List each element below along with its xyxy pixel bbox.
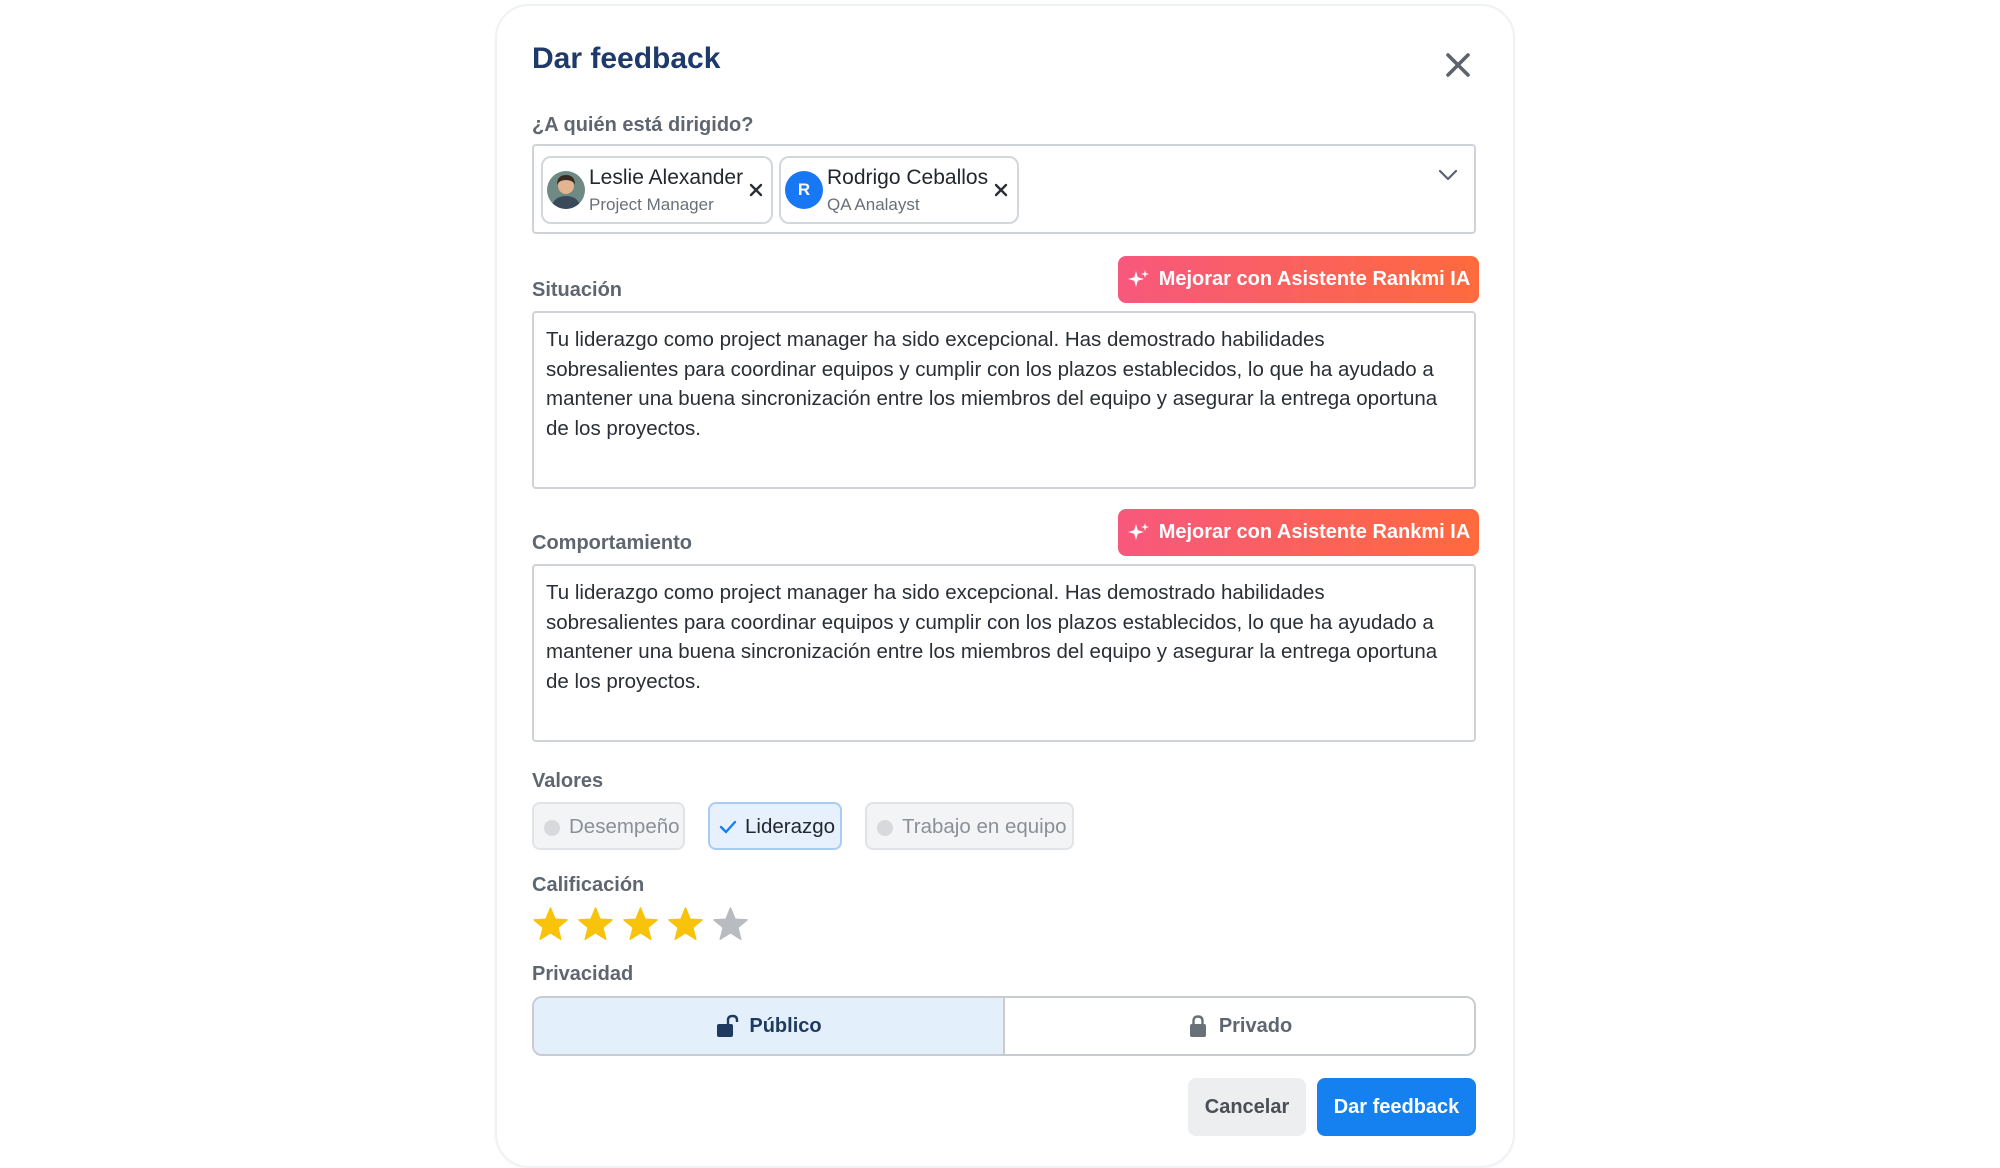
privacy-label: Privacidad — [532, 963, 634, 985]
sparkles-icon — [1127, 522, 1149, 540]
value-chip-liderazgo[interactable]: Liderazgo — [708, 802, 842, 850]
value-label: Desempeño — [569, 815, 680, 838]
radio-dot-icon — [877, 820, 893, 836]
privacy-private-label: Privado — [1218, 1014, 1293, 1037]
value-label: Trabajo en equipo — [902, 815, 1067, 838]
avatar — [547, 171, 585, 209]
star-empty-icon[interactable] — [712, 906, 749, 943]
improve-situation-ai-button[interactable]: Mejorar con Asistente Rankmi IA — [1118, 256, 1479, 303]
behavior-textarea[interactable]: Tu liderazgo como project manager ha sid… — [532, 564, 1476, 742]
star-filled-icon[interactable] — [622, 906, 659, 943]
recipient-name: Rodrigo Ceballos — [827, 166, 989, 189]
situation-label: Situación — [532, 279, 623, 301]
situation-textarea[interactable]: Tu liderazgo como project manager ha sid… — [532, 311, 1476, 489]
star-filled-icon[interactable] — [532, 906, 569, 943]
privacy-toggle: Público Privado — [532, 996, 1476, 1056]
submit-feedback-button[interactable]: Dar feedback — [1317, 1078, 1476, 1136]
recipient-name: Leslie Alexander — [589, 166, 744, 189]
remove-recipient-icon[interactable] — [748, 182, 764, 198]
value-chip-trabajo-en-equipo[interactable]: Trabajo en equipo — [865, 802, 1074, 850]
avatar: R — [785, 171, 823, 209]
star-filled-icon[interactable] — [577, 906, 614, 943]
recipients-select[interactable]: Leslie Alexander Project Manager R Rodri… — [532, 144, 1476, 234]
privacy-private-option[interactable]: Privado — [1005, 998, 1474, 1054]
remove-recipient-icon[interactable] — [993, 182, 1009, 198]
behavior-label: Comportamiento — [532, 532, 692, 554]
recipient-role: Project Manager — [589, 195, 714, 214]
radio-dot-icon — [544, 820, 560, 836]
chevron-down-icon[interactable] — [1438, 168, 1458, 182]
recipient-chip-leslie: Leslie Alexander Project Manager — [541, 156, 773, 224]
value-label: Liderazgo — [745, 815, 836, 838]
dialog-title: Dar feedback — [532, 42, 721, 75]
lock-icon — [1189, 1015, 1206, 1037]
privacy-public-label: Público — [749, 1014, 822, 1037]
star-filled-icon[interactable] — [667, 906, 704, 943]
cancel-button[interactable]: Cancelar — [1188, 1078, 1306, 1136]
feedback-dialog: Dar feedback ¿A quién está dirigido? Les… — [495, 4, 1515, 1168]
recipient-role: QA Analayst — [827, 195, 920, 214]
unlock-icon — [717, 1014, 739, 1037]
rating-label: Calificación — [532, 874, 645, 896]
ai-button-label: Mejorar con Asistente Rankmi IA — [1158, 521, 1471, 543]
recipient-chip-rodrigo: R Rodrigo Ceballos QA Analayst — [779, 156, 1019, 224]
values-label: Valores — [532, 770, 604, 792]
ai-button-label: Mejorar con Asistente Rankmi IA — [1158, 268, 1471, 290]
sparkles-icon — [1127, 269, 1149, 287]
recipients-label: ¿A quién está dirigido? — [532, 114, 754, 136]
close-icon[interactable] — [1441, 48, 1475, 82]
value-chip-desempeno[interactable]: Desempeño — [532, 802, 685, 850]
improve-behavior-ai-button[interactable]: Mejorar con Asistente Rankmi IA — [1118, 509, 1479, 556]
privacy-public-option[interactable]: Público — [534, 998, 1005, 1054]
check-icon — [719, 818, 737, 836]
